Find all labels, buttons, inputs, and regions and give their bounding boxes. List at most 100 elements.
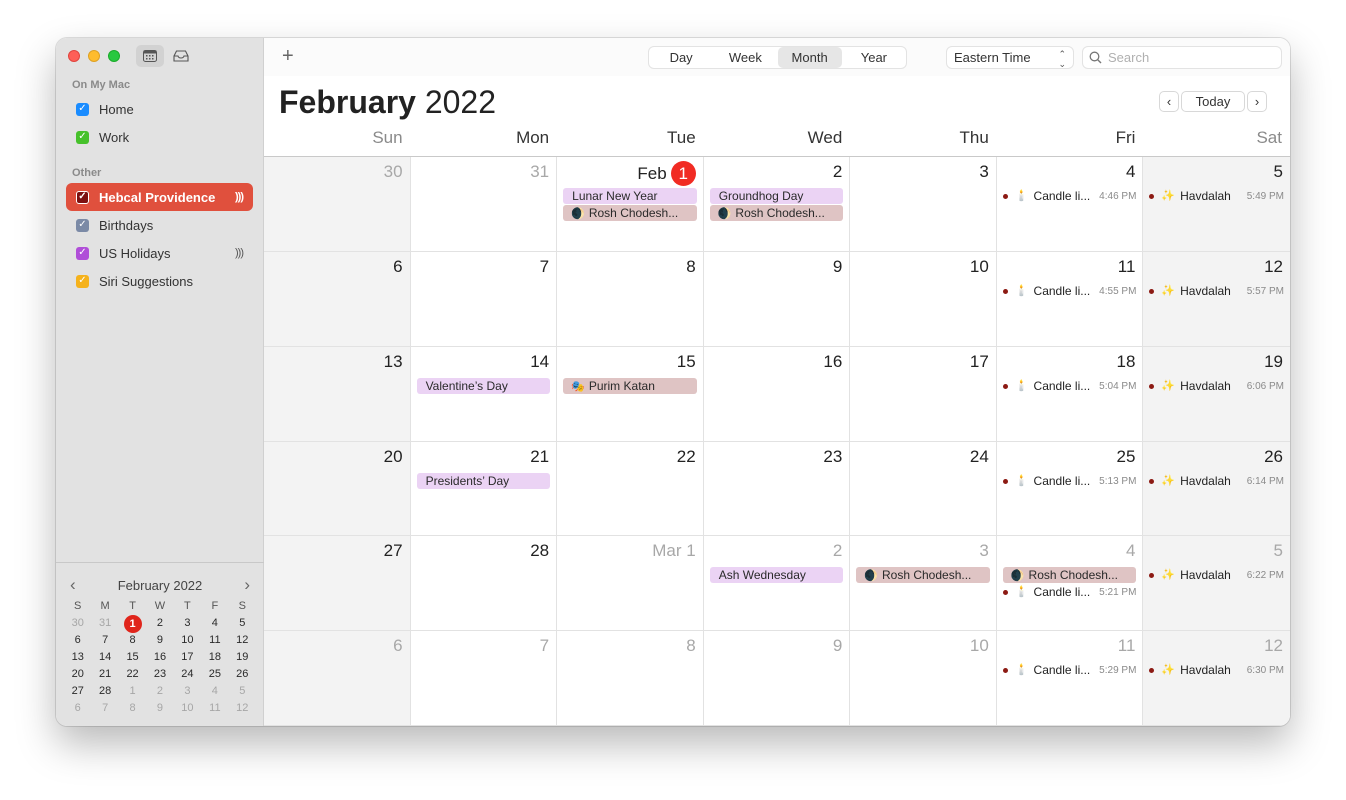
day-cell[interactable]: 11 🕯️ Candle li... 4:55 PM	[996, 251, 1144, 347]
day-cell[interactable]: 10	[850, 251, 997, 347]
mini-day[interactable]: 6	[64, 632, 91, 649]
day-cell[interactable]: 12 ✨ Havdalah 6:30 PM	[1143, 631, 1290, 726]
view-tab-week[interactable]: Week	[713, 47, 777, 68]
view-tab-day[interactable]: Day	[649, 47, 713, 68]
event[interactable]: Groundhog Day	[709, 188, 844, 204]
day-cell[interactable]: 22	[557, 441, 704, 537]
event[interactable]: 🕯️ Candle li... 5:29 PM	[1002, 662, 1136, 679]
mini-day[interactable]: 3	[174, 615, 201, 632]
checkbox[interactable]: ✓	[76, 190, 89, 204]
event[interactable]: 🕯️ Candle li... 4:46 PM	[1002, 188, 1136, 205]
search-input[interactable]	[1108, 50, 1268, 65]
mini-day[interactable]: 11	[201, 632, 228, 649]
day-cell[interactable]: 16	[703, 346, 851, 442]
checkbox[interactable]: ✓	[76, 102, 89, 116]
event[interactable]: 🌒 Rosh Chodesh...	[856, 567, 990, 584]
minimize-window-button[interactable]	[88, 50, 100, 62]
mini-day[interactable]: 20	[64, 666, 91, 683]
mini-day[interactable]: 17	[174, 649, 201, 666]
day-cell[interactable]: Feb 1 Lunar New Year 🌒 Rosh Chodesh...	[557, 157, 704, 252]
day-cell[interactable]: 7	[410, 631, 558, 726]
mini-day[interactable]: 12	[229, 700, 256, 717]
event[interactable]: 🎭 Purim Katan	[563, 377, 697, 394]
mini-day[interactable]: 24	[174, 666, 201, 683]
event[interactable]: 🕯️ Candle li... 5:21 PM	[1002, 584, 1136, 601]
day-cell[interactable]: 17	[850, 346, 997, 442]
day-cell[interactable]: 5 ✨ Havdalah 5:49 PM	[1143, 157, 1290, 252]
event[interactable]: ✨ Havdalah 5:49 PM	[1149, 188, 1284, 205]
event[interactable]: ✨ Havdalah 6:14 PM	[1149, 473, 1284, 490]
mini-day[interactable]: 7	[91, 632, 118, 649]
today-button[interactable]: Today	[1181, 91, 1245, 112]
event[interactable]: 🕯️ Candle li... 5:13 PM	[1002, 473, 1136, 490]
checkbox[interactable]: ✓	[76, 274, 89, 288]
day-cell[interactable]: 6	[264, 251, 411, 347]
timezone-select[interactable]: Eastern Time ⌃ ⌄	[946, 46, 1074, 69]
day-cell[interactable]: 26 ✨ Havdalah 6:14 PM	[1143, 441, 1290, 537]
day-cell[interactable]: 4 🕯️ Candle li... 4:46 PM	[996, 157, 1144, 252]
day-cell[interactable]: 21 Presidents’ Day	[410, 441, 558, 537]
day-cell[interactable]: 25 🕯️ Candle li... 5:13 PM	[996, 441, 1144, 537]
mini-day[interactable]: 4	[201, 615, 228, 632]
day-cell[interactable]: 19 ✨ Havdalah 6:06 PM	[1143, 346, 1290, 442]
day-cell[interactable]: 30	[264, 157, 411, 252]
day-cell[interactable]: 7	[410, 251, 558, 347]
event[interactable]: ✨ Havdalah 6:22 PM	[1149, 567, 1284, 584]
day-cell[interactable]: 8	[557, 631, 704, 726]
mini-day[interactable]: 26	[229, 666, 256, 683]
mini-day[interactable]: 30	[64, 615, 91, 632]
mini-day[interactable]: 18	[201, 649, 228, 666]
mini-day[interactable]: 19	[229, 649, 256, 666]
checkbox[interactable]: ✓	[76, 218, 89, 232]
day-cell[interactable]: 4 🌒 Rosh Chodesh... 🕯️ Candle li... 5:21 PM	[996, 536, 1144, 632]
calendar-item-home[interactable]: ✓ Home	[66, 95, 253, 123]
search-field[interactable]	[1082, 46, 1282, 69]
calendar-item-us-holidays[interactable]: ✓ US Holidays )))	[66, 239, 253, 267]
mini-day[interactable]: 31	[91, 615, 118, 632]
event[interactable]: 🕯️ Candle li... 4:55 PM	[1002, 283, 1136, 300]
day-cell[interactable]: 3	[850, 157, 997, 252]
mini-day[interactable]: 11	[201, 700, 228, 717]
day-cell[interactable]: 20	[264, 441, 411, 537]
event[interactable]: 🌒 Rosh Chodesh...	[563, 205, 697, 221]
view-tab-month[interactable]: Month	[777, 47, 842, 68]
calendar-item-birthdays[interactable]: ✓ Birthdays	[66, 211, 253, 239]
calendar-list-toggle-button[interactable]	[136, 45, 164, 67]
day-cell[interactable]: 2 Ash Wednesday	[703, 536, 851, 632]
event[interactable]: 🌒 Rosh Chodesh...	[709, 205, 844, 221]
day-cell[interactable]: 14 Valentine’s Day	[410, 346, 558, 442]
day-cell[interactable]: 5 ✨ Havdalah 6:22 PM	[1143, 536, 1290, 632]
day-cell[interactable]: 2 Groundhog Day 🌒 Rosh Chodesh...	[703, 157, 851, 252]
event[interactable]: ✨ Havdalah 6:06 PM	[1149, 378, 1284, 395]
day-cell[interactable]: 3 🌒 Rosh Chodesh...	[850, 536, 997, 632]
day-cell[interactable]: 27	[264, 536, 411, 632]
mini-day[interactable]: 1	[119, 683, 146, 700]
day-cell[interactable]: 15 🎭 Purim Katan	[557, 346, 704, 442]
mini-day[interactable]: 9	[146, 700, 173, 717]
previous-month-button[interactable]: ‹	[1159, 91, 1179, 112]
next-month-button[interactable]: ›	[1247, 91, 1267, 112]
day-cell[interactable]: 9	[703, 251, 851, 347]
event[interactable]: Ash Wednesday	[709, 567, 844, 584]
day-cell[interactable]: 24	[850, 441, 997, 537]
mini-day[interactable]: 10	[174, 700, 201, 717]
day-cell[interactable]: 28	[410, 536, 558, 632]
mini-day[interactable]: 23	[146, 666, 173, 683]
calendar-item-work[interactable]: ✓ Work	[66, 123, 253, 151]
mini-day[interactable]: 5	[229, 683, 256, 700]
close-window-button[interactable]	[68, 50, 80, 62]
view-tab-year[interactable]: Year	[842, 47, 906, 68]
mini-day[interactable]: 28	[91, 683, 118, 700]
mini-day[interactable]: 7	[91, 700, 118, 717]
event[interactable]: ✨ Havdalah 6:30 PM	[1149, 662, 1284, 679]
zoom-window-button[interactable]	[108, 50, 120, 62]
day-cell[interactable]: 13	[264, 346, 411, 442]
mini-day[interactable]: 3	[174, 683, 201, 700]
day-cell[interactable]: 10	[850, 631, 997, 726]
mini-day[interactable]: 12	[229, 632, 256, 649]
event[interactable]: Lunar New Year	[563, 188, 697, 204]
mini-day[interactable]: 16	[146, 649, 173, 666]
mini-day[interactable]: 6	[64, 700, 91, 717]
event[interactable]: ✨ Havdalah 5:57 PM	[1149, 283, 1284, 300]
mini-day[interactable]: 14	[91, 649, 118, 666]
